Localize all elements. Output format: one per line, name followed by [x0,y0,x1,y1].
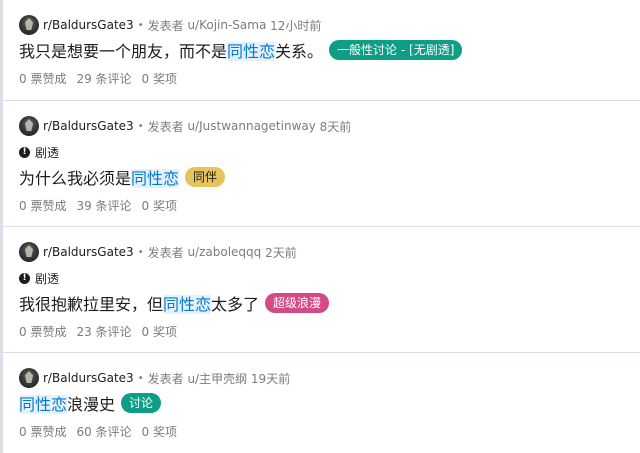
title-text: 我很抱歉拉里安，但 [19,295,164,314]
author-link[interactable]: u/Kojin-Sama [187,18,266,32]
comments-link[interactable]: 39 条评论 [76,197,131,214]
post-meta: r/BaldursGate3 • 发表者 u/主甲壳纲 19天前 [19,368,640,388]
title-row: 同性恋浪漫史 讨论 [19,391,640,415]
author-link[interactable]: u/Justwannagetinway [187,119,315,133]
spoiler-label: 剧透 [35,145,60,160]
subreddit-avatar-icon[interactable] [19,368,39,388]
post-footer: 0 票赞成 29 条评论 0 奖项 [19,68,640,88]
subreddit-avatar-icon[interactable] [19,242,39,262]
spoiler-alert-icon: ! [19,146,30,158]
subreddit-avatar-icon[interactable] [19,116,39,136]
posted-by-label: 发表者 [147,371,184,386]
title-text: 为什么我必须是 [19,169,132,188]
author-link[interactable]: u/主甲壳纲 [187,370,247,387]
upvote-count: 0 票赞成 [19,198,67,213]
post-card[interactable]: r/BaldursGate3 • 发表者 u/zaboleqqq 2天前 ! 剧… [3,226,640,352]
comments-link[interactable]: 60 条评论 [76,423,131,440]
upvote-count: 0 票赞成 [19,324,67,339]
post-flair[interactable]: 同伴 [185,167,226,187]
awards-count: 0 奖项 [141,198,177,213]
subreddit-avatar-icon[interactable] [19,15,39,35]
title-text: 浪漫史 [67,395,116,414]
title-highlight: 同性恋 [227,42,276,61]
awards-count: 0 奖项 [141,324,177,339]
spoiler-alert-icon: ! [19,272,30,284]
title-row: 为什么我必须是同性恋 同伴 [19,165,640,189]
post-title[interactable]: 为什么我必须是同性恋 [19,165,180,189]
separator-dot: • [137,120,144,132]
post-title[interactable]: 同性恋浪漫史 [19,391,115,415]
post-flair[interactable]: 超级浪漫 [265,293,330,313]
spoiler-tag: ! 剧透 [19,144,640,160]
post-title[interactable]: 我很抱歉拉里安，但同性恋太多了 [19,291,259,315]
subreddit-link[interactable]: r/BaldursGate3 [43,245,134,259]
post-card[interactable]: r/BaldursGate3 • 发表者 u/主甲壳纲 19天前 同性恋浪漫史 … [3,352,640,453]
posted-by-label: 发表者 [147,18,184,33]
title-row: 我很抱歉拉里安，但同性恋太多了 超级浪漫 [19,291,640,315]
post-card[interactable]: r/BaldursGate3 • 发表者 u/Kojin-Sama 12小时前 … [3,0,640,100]
subreddit-link[interactable]: r/BaldursGate3 [43,18,134,32]
title-highlight: 同性恋 [163,295,212,314]
title-text: 我只是想要一个朋友，而不是 [19,42,228,61]
post-footer: 0 票赞成 39 条评论 0 奖项 [19,195,640,215]
post-meta: r/BaldursGate3 • 发表者 u/Justwannagetinway… [19,116,640,136]
post-age: 19天前 [250,371,291,386]
awards-count: 0 奖项 [141,424,177,439]
post-card[interactable]: r/BaldursGate3 • 发表者 u/Justwannagetinway… [3,100,640,226]
author-link[interactable]: u/zaboleqqq [187,245,261,259]
title-row: 我只是想要一个朋友，而不是同性恋关系。 一般性讨论 - [无剧透] [19,38,640,62]
post-age: 8天前 [319,119,352,134]
post-age: 12小时前 [270,18,322,33]
upvote-count: 0 票赞成 [19,71,67,86]
post-footer: 0 票赞成 23 条评论 0 奖项 [19,321,640,341]
title-text: 太多了 [211,295,260,314]
post-flair[interactable]: 一般性讨论 - [无剧透] [329,40,463,60]
post-flair[interactable]: 讨论 [121,393,162,413]
post-feed: r/BaldursGate3 • 发表者 u/Kojin-Sama 12小时前 … [0,0,640,453]
comments-link[interactable]: 29 条评论 [76,70,131,87]
comments-link[interactable]: 23 条评论 [76,323,131,340]
spoiler-label: 剧透 [35,271,60,286]
post-footer: 0 票赞成 60 条评论 0 奖项 [19,421,640,441]
title-highlight: 同性恋 [131,169,180,188]
post-title[interactable]: 我只是想要一个朋友，而不是同性恋关系。 [19,38,323,62]
separator-dot: • [137,372,144,384]
title-highlight: 同性恋 [19,395,68,414]
awards-count: 0 奖项 [141,71,177,86]
post-meta: r/BaldursGate3 • 发表者 u/Kojin-Sama 12小时前 [19,15,640,35]
posted-by-label: 发表者 [147,245,184,260]
post-meta: r/BaldursGate3 • 发表者 u/zaboleqqq 2天前 [19,242,640,262]
subreddit-link[interactable]: r/BaldursGate3 [43,119,134,133]
separator-dot: • [137,246,144,258]
title-text: 关系。 [275,42,324,61]
separator-dot: • [137,19,144,31]
post-age: 2天前 [265,245,297,260]
posted-by-label: 发表者 [147,119,184,134]
spoiler-tag: ! 剧透 [19,270,640,286]
subreddit-link[interactable]: r/BaldursGate3 [43,371,134,385]
upvote-count: 0 票赞成 [19,424,67,439]
